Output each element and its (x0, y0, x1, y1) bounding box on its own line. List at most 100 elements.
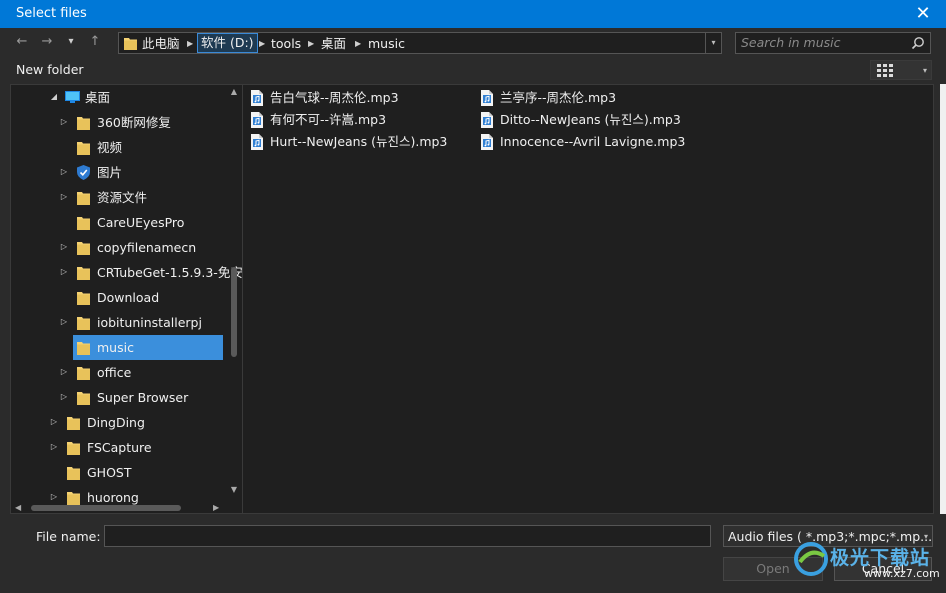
breadcrumb-separator-icon[interactable]: ▶ (355, 35, 361, 53)
search-placeholder: Search in music (741, 35, 841, 50)
file-name: 兰亭序--周杰伦.mp3 (500, 90, 617, 105)
scroll-thumb[interactable] (231, 267, 237, 357)
tree-item-label: 视频 (97, 140, 123, 155)
tree-item[interactable]: ▷ 图片 (11, 160, 225, 185)
folder-icon (124, 36, 137, 50)
file-name: Hurt--NewJeans (뉴진스).mp3 (270, 134, 448, 149)
back-arrow-icon[interactable]: ← (12, 32, 32, 52)
tree-item-label: 资源文件 (97, 190, 148, 205)
navigation-bar: ← → ▾ ↑ 此电脑 ▶ 软件 (D:) ▶ tools ▶ 桌面 ▶ mus… (0, 28, 946, 56)
search-input[interactable]: Search in music (735, 32, 931, 54)
tree-item[interactable]: ▷ CRTubeGet-1.5.9.3-免安装 (11, 260, 242, 285)
file-name: Innocence--Avril Lavigne.mp3 (500, 134, 686, 149)
breadcrumb-desktop[interactable]: 桌面 (321, 35, 346, 53)
audio-file-icon (480, 112, 494, 131)
tree-item[interactable]: ▷ 资源文件 (11, 185, 225, 210)
tree-item-label: 360断网修复 (97, 115, 171, 130)
breadcrumb-this-pc[interactable]: 此电脑 (142, 35, 180, 53)
folder-icon (77, 140, 90, 155)
breadcrumb-separator-icon[interactable]: ▶ (187, 35, 193, 53)
forward-arrow-icon[interactable]: → (37, 32, 57, 52)
expand-arrow-icon[interactable]: ▷ (59, 191, 69, 203)
desktop-icon (65, 90, 80, 105)
expand-arrow-icon[interactable]: ▷ (59, 266, 69, 278)
dialog-footer: File name: Audio files ( *.mp3;*.mpc;*.m… (0, 514, 946, 593)
tree-item[interactable]: ▷ 360断网修复 (11, 110, 225, 135)
breadcrumb-separator-icon[interactable]: ▶ (259, 35, 265, 53)
address-dropdown-icon[interactable]: ▾ (705, 33, 721, 53)
selection-highlight (73, 335, 223, 360)
scroll-down-arrow-icon[interactable]: ▼ (229, 485, 239, 495)
tree-item[interactable]: ▷ Super Browser (11, 385, 225, 410)
tree-item-label: CRTubeGet-1.5.9.3-免安装 (97, 265, 243, 280)
folder-icon (77, 115, 90, 130)
audio-file-icon (250, 134, 264, 153)
folder-icon (77, 340, 90, 355)
file-name-field[interactable] (104, 525, 711, 547)
folder-icon (77, 265, 90, 280)
expand-arrow-icon[interactable]: ▷ (49, 416, 59, 428)
expand-arrow-icon[interactable]: ▷ (59, 166, 69, 178)
file-name: 有何不可--许嵩.mp3 (270, 112, 387, 127)
search-icon[interactable] (911, 36, 925, 53)
folder-icon (77, 290, 90, 305)
close-icon[interactable]: ✕ (900, 0, 946, 28)
navigation-tree: ◢ 桌面 ▷ 360断网修复 视频 ▷ 图片 ▷ 资源文件 CareUEyesPro ▷ copyfi… (11, 85, 243, 515)
tree-item[interactable]: ▷ office (11, 360, 225, 385)
audio-file-icon (480, 90, 494, 109)
collapse-arrow-icon[interactable]: ◢ (49, 91, 59, 103)
scroll-left-arrow-icon[interactable]: ◀ (15, 503, 21, 513)
tree-horizontal-scrollbar[interactable]: ◀ ▶ (11, 501, 227, 515)
tree-item-label: GHOST (87, 465, 132, 480)
tree-item-label: office (97, 365, 132, 380)
tree-item[interactable]: ▷ DingDing (11, 410, 225, 435)
toolbar: New folder ▾ (0, 56, 946, 84)
tree-vertical-scrollbar[interactable]: ▲ ▼ (227, 85, 241, 501)
file-type-select[interactable]: Audio files ( *.mp3;*.mpc;*.mp... ▾ (723, 525, 933, 547)
expand-arrow-icon[interactable]: ▷ (59, 391, 69, 403)
tree-item[interactable]: CareUEyesPro (11, 210, 225, 235)
tree-item[interactable]: ▷ copyfilenamecn (11, 235, 225, 260)
folder-icon (77, 365, 90, 380)
grid-view-icon (877, 64, 893, 81)
tree-item[interactable]: music (11, 335, 225, 360)
expand-arrow-icon[interactable]: ▷ (59, 316, 69, 328)
main-content: ◢ 桌面 ▷ 360断网修复 视频 ▷ 图片 ▷ 资源文件 CareUEyesPro ▷ copyfi… (10, 84, 934, 515)
tree-item[interactable]: 视频 (11, 135, 225, 160)
scroll-right-arrow-icon[interactable]: ▶ (213, 503, 219, 513)
folder-icon (67, 465, 80, 480)
breadcrumb-separator-icon[interactable]: ▶ (308, 35, 314, 53)
expand-arrow-icon[interactable]: ▷ (59, 241, 69, 253)
shield-folder-icon (77, 165, 90, 180)
tree-item-label: Download (97, 290, 160, 305)
folder-icon (77, 390, 90, 405)
breadcrumb[interactable]: 此电脑 ▶ 软件 (D:) ▶ tools ▶ 桌面 ▶ music ▾ (118, 32, 722, 54)
new-folder-button[interactable]: New folder (16, 62, 84, 77)
open-button[interactable]: Open (723, 557, 823, 581)
expand-arrow-icon[interactable]: ▷ (59, 116, 69, 128)
recent-locations-chevron-icon[interactable]: ▾ (61, 32, 81, 52)
tree-item[interactable]: Download (11, 285, 225, 310)
scroll-thumb[interactable] (31, 505, 181, 511)
tree-item-label: iobituninstallerpj (97, 315, 202, 330)
tree-item[interactable]: ◢ 桌面 (11, 85, 225, 110)
folder-icon (77, 240, 90, 255)
folder-icon (67, 440, 80, 455)
tree-item[interactable]: GHOST (11, 460, 225, 485)
file-name: 告白气球--周杰伦.mp3 (270, 90, 399, 105)
folder-icon (67, 415, 80, 430)
tree-item-label: copyfilenamecn (97, 240, 197, 255)
expand-arrow-icon[interactable]: ▷ (49, 441, 59, 453)
tree-item[interactable]: ▷ iobituninstallerpj (11, 310, 225, 335)
breadcrumb-drive-d[interactable]: 软件 (D:) (197, 33, 258, 53)
cancel-button[interactable]: Cancel (834, 557, 932, 581)
view-options-button[interactable]: ▾ (870, 60, 932, 80)
breadcrumb-tools[interactable]: tools (271, 35, 301, 53)
expand-arrow-icon[interactable]: ▷ (59, 366, 69, 378)
scroll-up-arrow-icon[interactable]: ▲ (229, 87, 239, 97)
folder-icon (77, 215, 90, 230)
tree-item-label: CareUEyesPro (97, 215, 185, 230)
breadcrumb-music[interactable]: music (368, 35, 405, 53)
up-folder-arrow-icon[interactable]: ↑ (85, 32, 105, 52)
tree-item[interactable]: ▷ FSCapture (11, 435, 225, 460)
